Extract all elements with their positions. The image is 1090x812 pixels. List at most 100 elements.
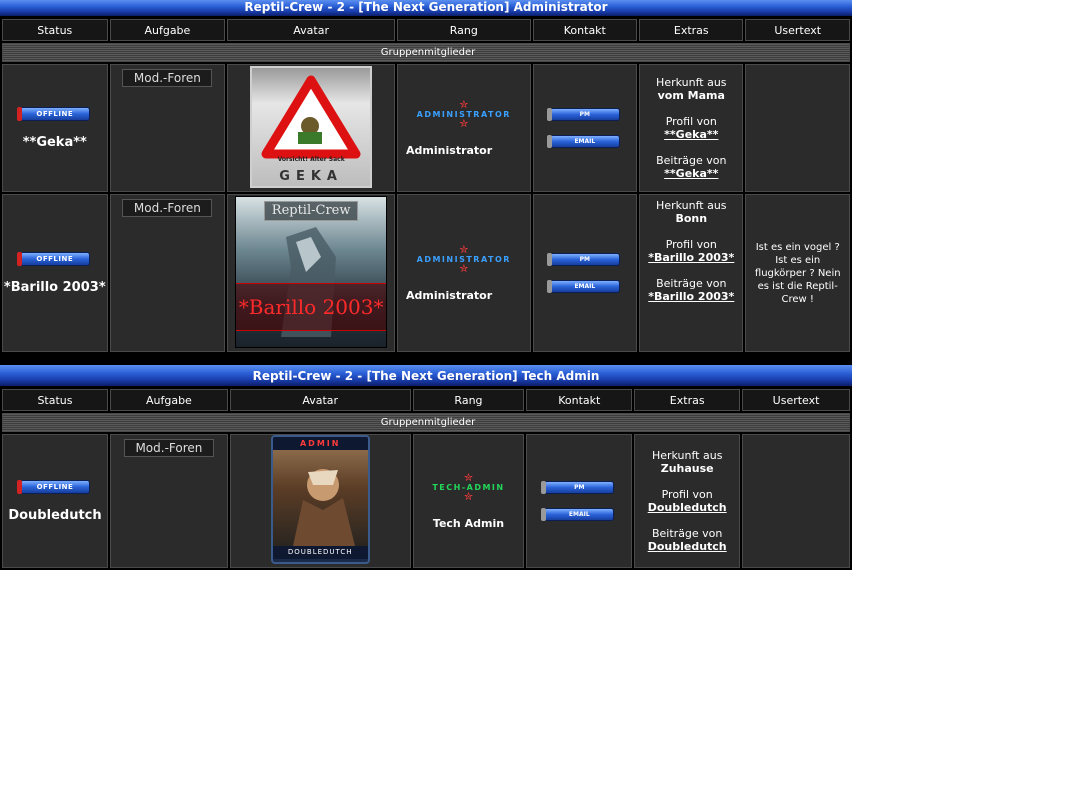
member-row: OFFLINE Doubledutch Mod.-Foren ADMIN DOU… [2,434,850,568]
offline-badge[interactable]: OFFLINE [16,480,90,494]
rank-title: Administrator [406,288,493,302]
col-usertext: Usertext [745,19,850,41]
group-spacer [0,354,852,365]
origin-label: Herkunft aus [651,449,723,462]
warrior-figure-icon [272,450,368,546]
rank-title: Administrator [406,143,493,157]
profile-link[interactable]: *Barillo 2003* [648,251,734,264]
contact-cell: PM EMAIL [532,194,638,352]
pm-button[interactable]: PM [541,481,615,494]
task-cell: Mod.-Foren [109,194,226,352]
profile-link[interactable]: **Geka** [664,128,718,141]
task-label: Mod.-Foren [123,439,214,457]
posts-label: Beiträge von [651,527,723,540]
offline-badge[interactable]: OFFLINE [16,107,90,121]
col-status: Status [2,389,108,411]
posts-link[interactable]: **Geka** [664,167,718,180]
posts-label: Beiträge von [656,277,727,290]
task-label: Mod.-Foren [122,199,213,217]
origin-label: Herkunft aus [656,76,727,89]
members-table: Status Aufgabe Avatar Rang Kontakt Extra… [0,387,852,570]
group-title: Reptil-Crew - 2 - [The Next Generation] … [0,0,852,17]
avatar-cell: Vorsicht! Alter Sack GEKA [227,64,396,192]
profile-link[interactable]: Doubledutch [648,501,727,514]
task-cell: Mod.-Foren [109,64,226,192]
group-title: Reptil-Crew - 2 - [The Next Generation] … [0,365,852,387]
usertext-cell: Ist es ein vogel ? Ist es ein flugkörper… [745,194,850,352]
extras-cell: Herkunft aus Bonn Profil von *Barillo 20… [639,194,744,352]
col-avatar: Avatar [229,389,411,411]
star-icon: ✮ [459,97,469,111]
star-icon: ✮ [459,261,469,275]
contact-cell: PM EMAIL [526,434,633,568]
profile-label: Profil von [665,115,717,128]
col-rank: Rang [397,19,531,41]
col-extras: Extras [639,19,744,41]
origin-label: Herkunft aus [656,199,727,212]
usertext-cell [742,434,850,568]
posts-link[interactable]: *Barillo 2003* [648,290,734,303]
avatar-caption: ADMIN [272,437,368,450]
avatar-cell: Reptil-Crew *Barillo 2003* [227,194,396,352]
origin-value: vom Mama [657,89,725,102]
email-button[interactable]: EMAIL [541,508,615,521]
col-avatar: Avatar [227,19,396,41]
avatar-subtext: DOUBLEDUTCH [272,546,368,559]
col-extras: Extras [634,389,741,411]
extras-cell: Herkunft aus Zuhause Profil von Doubledu… [634,434,741,568]
col-contact: Kontakt [532,19,638,41]
username[interactable]: Doubledutch [3,508,107,523]
col-task: Aufgabe [109,389,228,411]
rank-cell: ✮ ADMINISTRATOR ✮ Administrator [397,64,531,192]
section-label: Gruppenmitglieder [2,413,850,432]
task-label: Mod.-Foren [122,69,213,87]
section-label: Gruppenmitglieder [2,43,850,62]
section-row: Gruppenmitglieder [2,413,850,432]
rank-cell: ✮ TECH-ADMIN ✮ Tech Admin [412,434,525,568]
pm-button[interactable]: PM [546,253,620,266]
star-icon: ✮ [463,489,474,503]
offline-badge[interactable]: OFFLINE [16,252,90,266]
section-row: Gruppenmitglieder [2,43,850,62]
warning-triangle-icon [261,75,361,158]
col-rank: Rang [412,389,525,411]
header-row: Status Aufgabe Avatar Rang Kontakt Extra… [2,19,850,41]
avatar-subtext: *Barillo 2003* [236,282,387,331]
rank-image: ✮ TECH-ADMIN ✮ [432,472,504,503]
avatar: ADMIN DOUBLEDUTCH [270,435,370,564]
memberlist-page: Reptil-Crew - 2 - [The Next Generation] … [0,0,852,570]
rank-image: ✮ ADMINISTRATOR ✮ [417,97,511,130]
rank-title: Tech Admin [432,516,505,530]
rank-cell: ✮ ADMINISTRATOR ✮ Administrator [397,194,531,352]
posts-label: Beiträge von [656,154,727,167]
avatar-caption: GEKA [279,168,343,184]
col-task: Aufgabe [109,19,226,41]
task-cell: Mod.-Foren [109,434,228,568]
rank-image: ✮ ADMINISTRATOR ✮ [417,242,511,275]
star-icon: ✮ [459,116,469,130]
group-tech-admin: Reptil-Crew - 2 - [The Next Generation] … [0,365,852,570]
origin-value: Zuhause [660,462,714,475]
posts-link[interactable]: Doubledutch [648,540,727,553]
extras-cell: Herkunft aus vom Mama Profil von **Geka*… [639,64,744,192]
origin-value: Bonn [675,212,708,225]
col-usertext: Usertext [742,389,850,411]
username[interactable]: **Geka** [3,135,107,150]
header-row: Status Aufgabe Avatar Rang Kontakt Extra… [2,389,850,411]
email-button[interactable]: EMAIL [546,135,620,148]
profile-label: Profil von [661,488,713,501]
members-table: Status Aufgabe Avatar Rang Kontakt Extra… [0,17,852,354]
username[interactable]: *Barillo 2003* [3,280,107,295]
group-administrator: Reptil-Crew - 2 - [The Next Generation] … [0,0,852,354]
member-row: OFFLINE *Barillo 2003* Mod.-Foren Reptil… [2,194,850,352]
col-status: Status [2,19,108,41]
avatar-cell: ADMIN DOUBLEDUTCH [229,434,411,568]
status-cell: OFFLINE **Geka** [2,64,108,192]
star-icon: ✮ [459,242,469,256]
avatar: Reptil-Crew *Barillo 2003* [235,195,388,348]
member-row: OFFLINE **Geka** Mod.-Foren Vorsicht! Al… [2,64,850,192]
avatar: Vorsicht! Alter Sack GEKA [250,65,373,188]
email-button[interactable]: EMAIL [546,280,620,293]
pm-button[interactable]: PM [546,108,620,121]
profile-label: Profil von [665,238,717,251]
